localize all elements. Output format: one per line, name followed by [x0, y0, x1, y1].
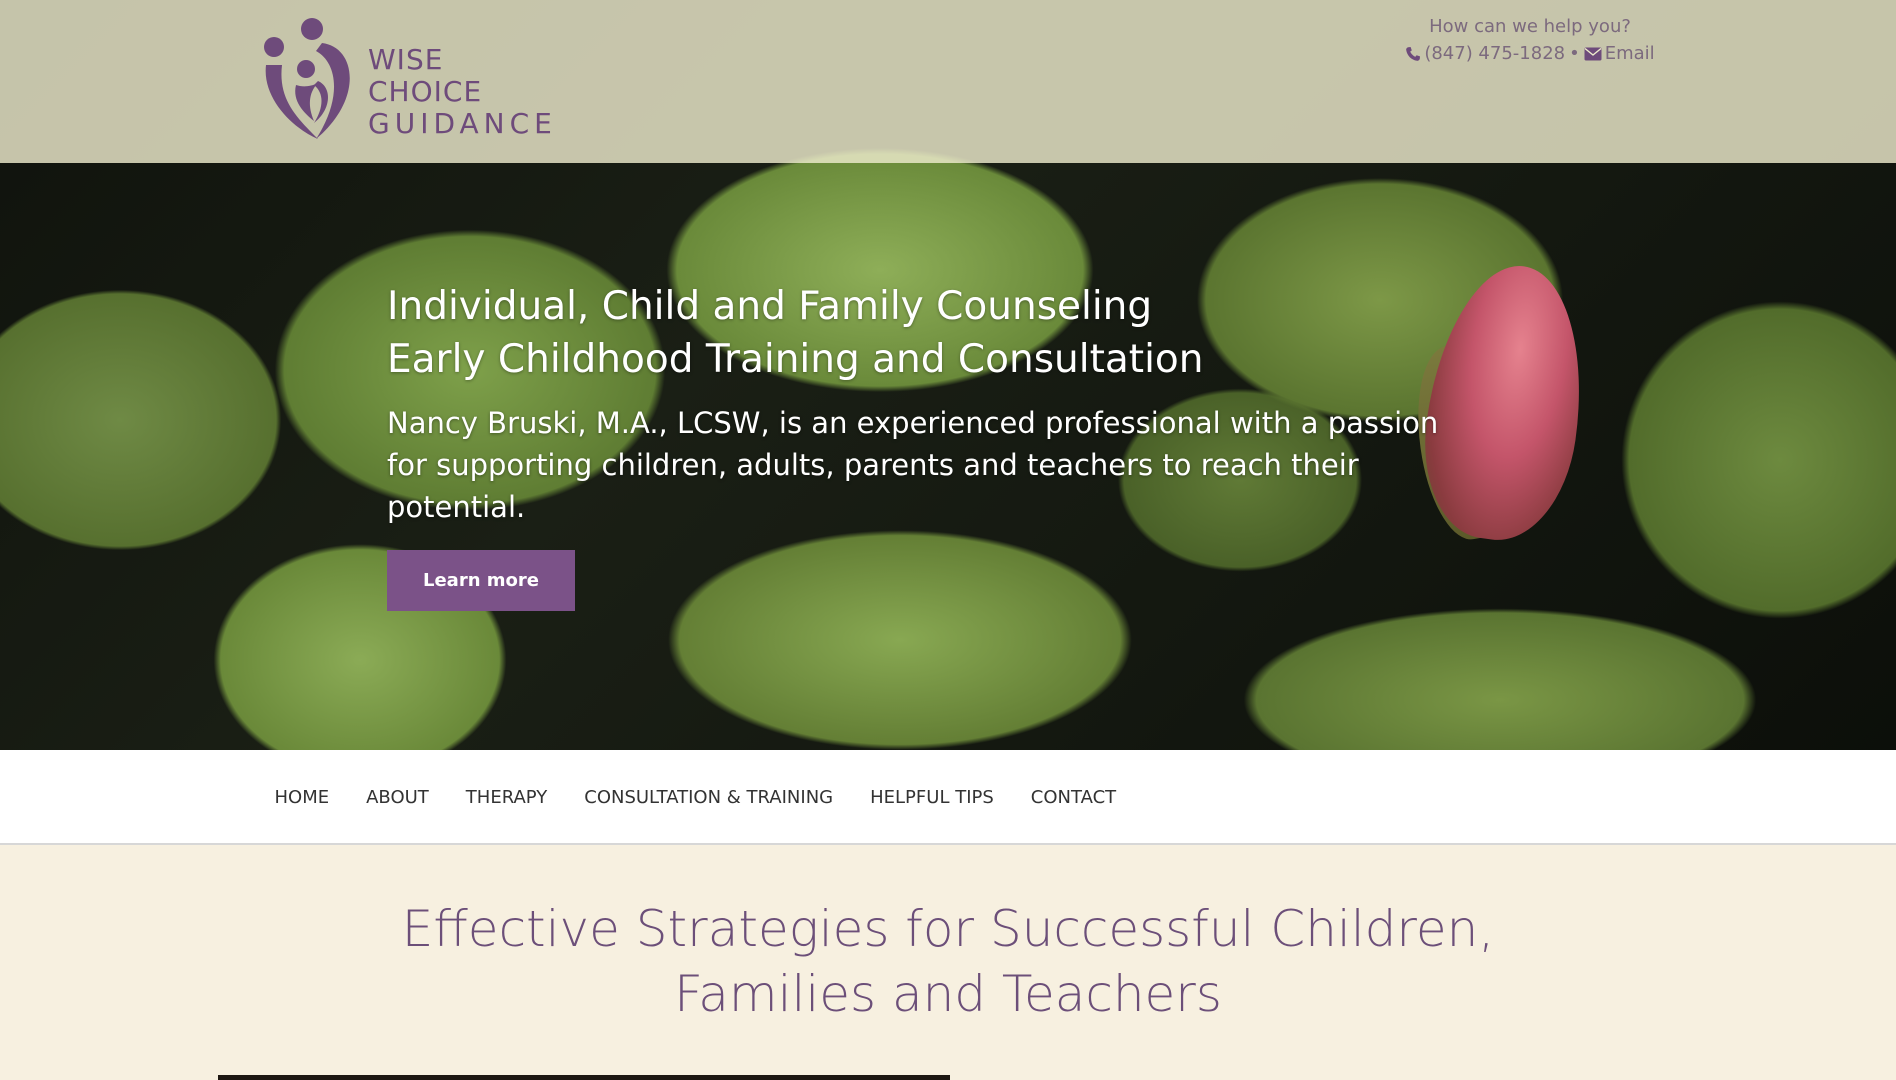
- phone-number: (847) 475-1828: [1424, 43, 1566, 64]
- page-heading-line2: Families and Teachers: [674, 965, 1222, 1023]
- hero-title-line1: Individual, Child and Family Counseling: [387, 284, 1153, 329]
- logo-line1: WISE CHOICE: [368, 43, 483, 108]
- learn-more-button[interactable]: Learn more: [387, 550, 575, 611]
- envelope-icon: [1584, 47, 1602, 60]
- nav-item-contact[interactable]: CONTACT: [1012, 750, 1134, 845]
- nav-item-therapy[interactable]: THERAPY: [447, 750, 565, 845]
- phone-icon: [1406, 46, 1421, 61]
- nav-item-home[interactable]: HOME: [256, 750, 348, 845]
- site-logo[interactable]: WISE CHOICE GUIDANCE: [252, 17, 552, 145]
- family-logo-icon: [264, 18, 350, 139]
- hero-title: Individual, Child and Family Counseling …: [387, 280, 1487, 386]
- video-frame-edge: [218, 1075, 950, 1080]
- hero-banner: WISE CHOICE GUIDANCE How can we help you…: [0, 0, 1896, 750]
- page-heading-line1: Effective Strategies for Successful Chil…: [401, 900, 1495, 958]
- hero-subtitle: Nancy Bruski, M.A., LCSW, is an experien…: [387, 406, 1439, 524]
- help-prompt: How can we help you?: [1429, 16, 1631, 37]
- site-header: WISE CHOICE GUIDANCE How can we help you…: [0, 0, 1896, 163]
- nav-item-about[interactable]: ABOUT: [348, 750, 448, 845]
- main-content: Effective Strategies for Successful Chil…: [0, 847, 1896, 1080]
- email-label: Email: [1604, 43, 1655, 64]
- nav-item-consultation-training[interactable]: CONSULTATION & TRAINING: [566, 750, 852, 845]
- email-link[interactable]: Email: [1584, 40, 1655, 67]
- logo-wordmark: WISE CHOICE GUIDANCE: [368, 44, 557, 140]
- hero-copy: Individual, Child and Family Counseling …: [387, 280, 1487, 611]
- hero-title-line2: Early Childhood Training and Consultatio…: [387, 337, 1204, 382]
- page-heading: Effective Strategies for Successful Chil…: [348, 897, 1548, 1027]
- contact-line: (847) 475-1828 • Email: [1380, 40, 1680, 67]
- main-navigation: HOME ABOUT THERAPY CONSULTATION & TRAINI…: [0, 750, 1896, 845]
- contact-info: How can we help you? (847) 475-1828 • Em…: [1380, 13, 1680, 67]
- logo-line2: GUIDANCE: [368, 107, 557, 140]
- contact-separator: •: [1569, 43, 1580, 64]
- phone-link[interactable]: (847) 475-1828: [1405, 40, 1565, 67]
- nav-item-helpful-tips[interactable]: HELPFUL TIPS: [852, 750, 1013, 845]
